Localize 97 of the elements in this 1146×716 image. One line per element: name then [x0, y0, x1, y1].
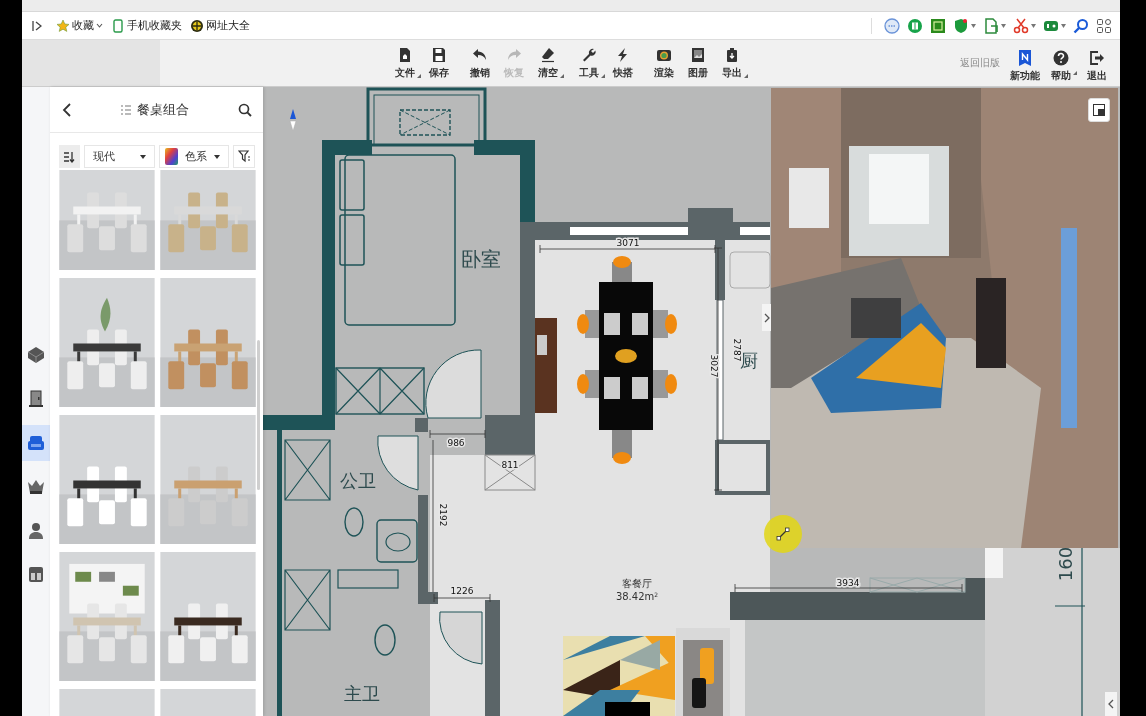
- exit-icon: [1089, 50, 1105, 66]
- dimension-label: 1226: [450, 586, 474, 596]
- chevron-right-icon: [763, 312, 770, 323]
- eraser-icon: [540, 47, 556, 63]
- toolbar-button[interactable]: 退出: [1080, 43, 1114, 83]
- image-icon: [690, 47, 706, 63]
- back-icon[interactable]: [62, 102, 72, 117]
- collapse-tab[interactable]: [762, 304, 771, 331]
- caret-icon: [140, 154, 146, 159]
- dimension-label: 160: [1055, 546, 1076, 582]
- caret-icon: [214, 154, 221, 159]
- armchair-icon: [27, 434, 45, 452]
- toolbar-button[interactable]: 帮助: [1044, 43, 1078, 83]
- room-label: 厨: [740, 350, 758, 371]
- list-icon: [121, 104, 131, 115]
- toolbar-button[interactable]: 渲染: [647, 40, 681, 86]
- room-label: 公卫: [340, 470, 376, 491]
- floor-plan-canvas[interactable]: 卧室 公卫 主卫 厨 客餐厅 38.42m$^{2}$ 3071 986 811 3027 2787 2192 1226 3934 160: [263, 87, 1120, 716]
- compass-icon: [289, 109, 297, 132]
- caret-icon[interactable]: [971, 23, 976, 28]
- shelf-drawing: [284, 439, 331, 501]
- layout-icon: [1093, 104, 1105, 116]
- dimension-label: 811: [501, 460, 519, 470]
- shield-icon[interactable]: [953, 17, 969, 34]
- search-icon[interactable]: [1073, 17, 1089, 34]
- sink-drawing: [729, 251, 771, 289]
- star-icon: [56, 18, 70, 33]
- dimension-label: 3071: [616, 238, 640, 248]
- sidebar-toggle-icon[interactable]: [32, 19, 42, 32]
- document-icon[interactable]: [983, 17, 999, 34]
- sink-drawing: [376, 519, 418, 563]
- counter-drawing: [337, 569, 399, 589]
- caret-icon[interactable]: [1031, 23, 1036, 28]
- toolbar-button[interactable]: 文件: [388, 40, 422, 86]
- door-drawing: [377, 435, 419, 491]
- file-icon: [397, 47, 413, 63]
- toolbar-button[interactable]: 导出: [715, 40, 749, 86]
- dimension-label: 3027: [709, 354, 719, 378]
- toolbar-button[interactable]: 撤销: [463, 40, 497, 86]
- expand-tab[interactable]: [1105, 692, 1117, 716]
- caret-icon[interactable]: [1001, 23, 1006, 28]
- dimension-label: 986: [447, 438, 465, 448]
- camera-icon: [656, 47, 672, 63]
- area-label: 38.42m$^{2}$: [615, 591, 659, 602]
- toilet-drawing: [374, 624, 396, 656]
- sort-button[interactable]: [59, 145, 80, 168]
- clipboard-icon: [724, 47, 740, 63]
- search-icon[interactable]: [238, 102, 252, 117]
- appliance-icon: [27, 566, 45, 584]
- wall: [415, 418, 428, 432]
- wrench-icon: [581, 47, 597, 63]
- filter-button[interactable]: [233, 145, 255, 168]
- toolbar-button[interactable]: 图册: [681, 40, 715, 86]
- toolbar-button[interactable]: 快搭: [606, 40, 640, 86]
- door-drawing: [425, 349, 482, 419]
- chevron-left-icon: [1108, 699, 1114, 709]
- dimension-label: 2787: [732, 338, 742, 362]
- panel-title: 餐桌组合: [137, 100, 189, 119]
- style-dropdown[interactable]: 现代: [83, 145, 155, 168]
- help-icon: [1053, 50, 1069, 66]
- crown-icon: [27, 478, 45, 496]
- phone-icon: [111, 18, 125, 33]
- chat-bubble-icon[interactable]: [884, 17, 900, 34]
- dimension-label: 2192: [438, 503, 448, 527]
- person-icon: [27, 522, 45, 540]
- apps-grid-icon[interactable]: [1096, 17, 1112, 34]
- toolbar-button[interactable]: 保存: [422, 40, 456, 86]
- view-toggle-button[interactable]: [1088, 98, 1110, 122]
- color-dropdown[interactable]: 色系: [159, 145, 230, 168]
- bookmark-link[interactable]: 手机收藏夹: [111, 18, 182, 33]
- scissors-icon[interactable]: [1013, 17, 1029, 34]
- toolbar-button[interactable]: 清空: [531, 40, 565, 86]
- cube-icon: [27, 346, 45, 364]
- bookmark-link[interactable]: 收藏: [56, 18, 103, 33]
- square-icon[interactable]: [930, 17, 946, 34]
- window-drawing: [399, 109, 451, 136]
- toilet-drawing: [344, 507, 364, 537]
- window-drawing: [484, 454, 536, 491]
- resize-cursor-icon: [776, 527, 790, 541]
- scrollbar[interactable]: [257, 340, 260, 490]
- color-swatch-icon: [165, 148, 178, 165]
- room-label: 客餐厅: [622, 578, 652, 589]
- shelf-drawing: [284, 569, 331, 631]
- caret-icon[interactable]: [1061, 23, 1066, 28]
- save-icon: [431, 47, 447, 63]
- door-drawing: [439, 611, 483, 665]
- filter-icon: [237, 150, 251, 163]
- cabinet-icon: [27, 390, 45, 408]
- room-label: 主卫: [344, 683, 380, 704]
- toolbar-button[interactable]: 工具: [572, 40, 606, 86]
- sort-icon: [63, 150, 76, 163]
- toolbar-button[interactable]: 新功能: [1008, 43, 1042, 83]
- room-label: 卧室: [461, 247, 501, 271]
- compass-icon: [190, 18, 204, 33]
- dimension-label: 3934: [836, 578, 860, 588]
- bookmark-link[interactable]: 网址大全: [190, 18, 250, 33]
- bookmark-icon: [1017, 50, 1033, 66]
